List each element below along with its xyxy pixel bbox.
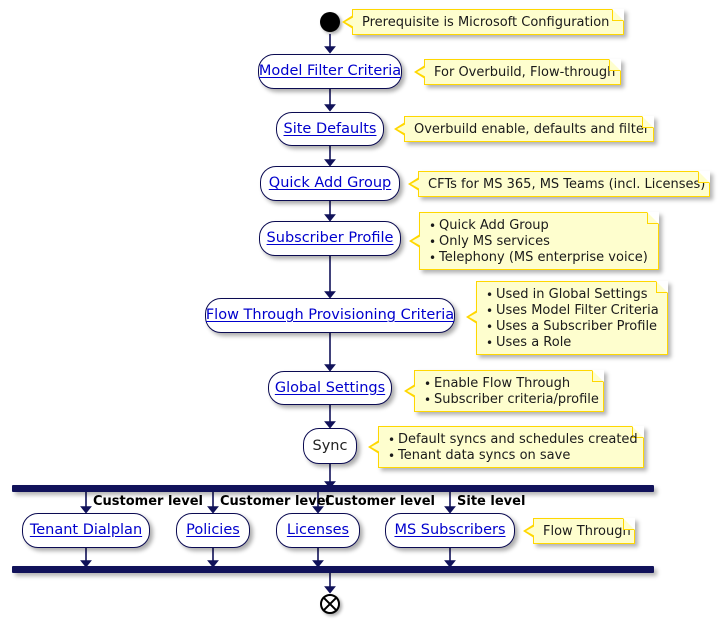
activity-node-policies[interactable]: Policies [176, 513, 250, 548]
note-fold-cut [647, 211, 660, 224]
note-pointer-fill [526, 526, 535, 536]
activity-node-flow-through-provisioning-criteria[interactable]: Flow Through Provisioning Criteria [205, 298, 455, 333]
note-pointer-fill [371, 442, 380, 452]
note-pointer-fill [407, 386, 416, 396]
note-fold-cut [698, 170, 711, 183]
activity-node-model-filter-criteria[interactable]: Model Filter Criteria [258, 54, 402, 89]
note-pointer-fill [411, 179, 420, 189]
note-bullet-list: Enable Flow Through Subscriber criteria/… [424, 376, 599, 408]
note-bullet-item: Default syncs and schedules created [388, 432, 638, 448]
note-line: Prerequisite is Microsoft Configuration [362, 15, 610, 30]
note-site-defaults: Overbuild enable, defaults and filter [394, 115, 655, 142]
note-bullet-item: Subscriber criteria/profile [424, 392, 599, 408]
note-bullet-item: Telephony (MS enterprise voice) [429, 250, 648, 266]
note-model-filter-criteria: For Overbuild, Flow-through [414, 58, 622, 85]
activity-label: Site Defaults [283, 120, 377, 137]
note-bullet-list: Used in Global Settings Uses Model Filte… [486, 287, 659, 351]
note-bullet-list: Quick Add Group Only MS services Telepho… [429, 218, 648, 266]
branch-label-licenses: Customer level [325, 494, 435, 509]
note-pointer-fill [469, 312, 478, 322]
activity-node-subscriber-profile[interactable]: Subscriber Profile [259, 221, 401, 256]
note-fold-cut [623, 517, 636, 530]
note-line: Flow Through [543, 524, 631, 539]
activity-label: Model Filter Criteria [258, 63, 402, 80]
note-subscriber-profile: Quick Add Group Only MS services Telepho… [409, 211, 660, 270]
note-global-settings: Enable Flow Through Subscriber criteria/… [404, 369, 605, 412]
note-sync: Default syncs and schedules created Tena… [368, 425, 645, 468]
activity-diagram: Model Filter Criteria Site Defaults Quic… [0, 0, 726, 625]
note-bullet-item: Tenant data syncs on save [388, 448, 633, 464]
note-pointer-fill [412, 236, 421, 246]
join-bar [12, 566, 654, 573]
activity-label: Policies [186, 522, 240, 539]
branch-label-tenant-dialplan: Customer level [93, 494, 203, 509]
activity-label: Quick Add Group [268, 175, 392, 192]
note-pointer-fill [397, 124, 406, 134]
note-fold-cut [592, 369, 605, 382]
branch-label-ms-subscribers: Site level [457, 494, 526, 509]
note-ms-subscribers: Flow Through [523, 517, 636, 544]
activity-label: Sync [312, 437, 348, 454]
note-line: Overbuild enable, defaults and filter [414, 122, 650, 137]
note-pointer-fill [345, 17, 354, 27]
note-line: CFTs for MS 365, MS Teams (incl. License… [428, 177, 706, 192]
end-node [320, 594, 340, 614]
activity-node-tenant-dialplan[interactable]: Tenant Dialplan [22, 513, 150, 548]
activity-node-ms-subscribers[interactable]: MS Subscribers [385, 513, 515, 548]
activity-label: MS Subscribers [394, 522, 506, 539]
note-bullet-item: Only MS services [429, 234, 648, 250]
note-bullet-list: Default syncs and schedules created Tena… [388, 432, 638, 464]
activity-node-global-settings[interactable]: Global Settings [268, 371, 392, 405]
note-bullet-item: Uses a Role [486, 335, 657, 351]
activity-node-licenses[interactable]: Licenses [276, 513, 360, 548]
note-pointer-fill [417, 67, 426, 77]
activity-node-site-defaults[interactable]: Site Defaults [276, 112, 384, 146]
activity-label: Flow Through Provisioning Criteria [205, 307, 455, 324]
note-bullet-item: Quick Add Group [429, 218, 648, 234]
activity-node-quick-add-group[interactable]: Quick Add Group [260, 166, 400, 201]
note-flow-through-provisioning-criteria: Used in Global Settings Uses Model Filte… [466, 280, 669, 355]
note-fold-cut [642, 115, 655, 128]
note-line: For Overbuild, Flow-through [434, 65, 616, 80]
note-fold-cut [609, 58, 622, 71]
note-bullet-item: Enable Flow Through [424, 376, 593, 392]
activity-label: Tenant Dialplan [29, 522, 143, 539]
activity-label: Subscriber Profile [266, 230, 394, 247]
activity-node-sync[interactable]: Sync [303, 428, 357, 464]
activity-label: Global Settings [274, 379, 386, 396]
start-node [320, 12, 340, 32]
note-bullet-item: Uses Model Filter Criteria [486, 303, 659, 319]
fork-bar [12, 485, 654, 492]
note-bullet-item: Used in Global Settings [486, 287, 657, 303]
note-prerequisite: Prerequisite is Microsoft Configuration [342, 8, 625, 35]
activity-label: Licenses [286, 522, 350, 539]
note-quick-add-group: CFTs for MS 365, MS Teams (incl. License… [408, 170, 711, 197]
note-fold-cut [656, 280, 669, 293]
note-bullet-item: Uses a Subscriber Profile [486, 319, 657, 335]
note-fold-cut [612, 8, 625, 21]
branch-label-policies: Customer level [220, 494, 330, 509]
